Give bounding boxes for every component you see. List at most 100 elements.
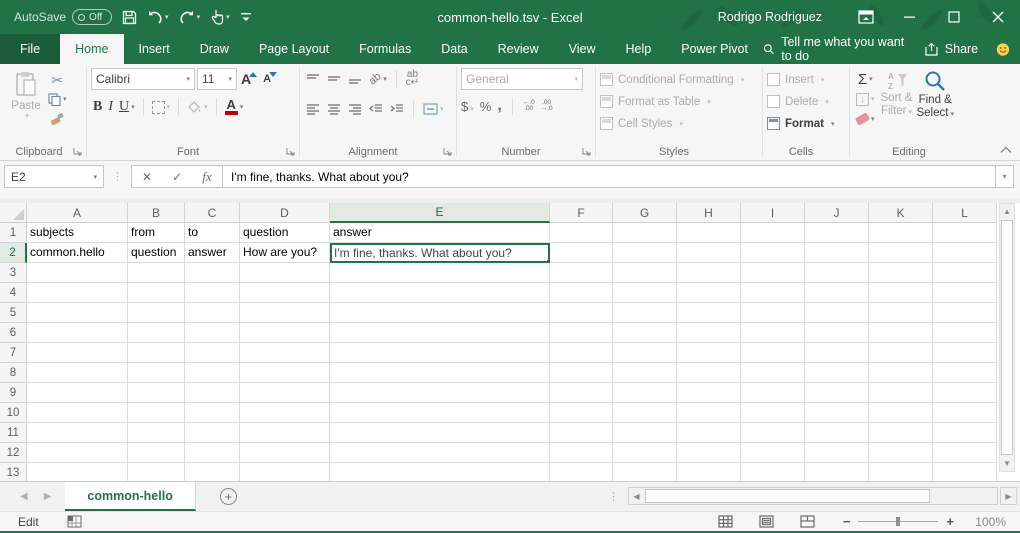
- cell-E1[interactable]: answer: [330, 223, 550, 243]
- row-header-12[interactable]: 12: [0, 443, 27, 463]
- cell-F10[interactable]: [550, 403, 613, 423]
- cell-K4[interactable]: [869, 283, 933, 303]
- cell-E3[interactable]: [330, 263, 550, 283]
- autosum-caret[interactable]: ▾: [869, 75, 873, 83]
- cell-K3[interactable]: [869, 263, 933, 283]
- cell-K12[interactable]: [869, 443, 933, 463]
- column-header-H[interactable]: H: [677, 203, 741, 223]
- cell-E5[interactable]: [330, 303, 550, 323]
- cell-H5[interactable]: [677, 303, 741, 323]
- cell-K13[interactable]: [869, 463, 933, 483]
- tab-power-pivot[interactable]: Power Pivot: [666, 34, 763, 64]
- cell-E10[interactable]: [330, 403, 550, 423]
- cell-C1[interactable]: to: [185, 223, 240, 243]
- feedback-smiley-icon[interactable]: [996, 41, 1010, 58]
- cell-F12[interactable]: [550, 443, 613, 463]
- cell-C5[interactable]: [185, 303, 240, 323]
- tab-view[interactable]: View: [554, 34, 611, 64]
- format-as-table-button[interactable]: Format as Table ▾: [600, 92, 758, 111]
- cell-D1[interactable]: question: [240, 223, 330, 243]
- number-format-combo[interactable]: General ▾: [461, 68, 583, 90]
- cell-F5[interactable]: [550, 303, 613, 323]
- cell-H9[interactable]: [677, 383, 741, 403]
- align-left-button[interactable]: [304, 98, 322, 120]
- cell-A4[interactable]: [27, 283, 128, 303]
- paste-caret[interactable]: ▾: [25, 112, 29, 120]
- zoom-percentage[interactable]: 100%: [972, 515, 1006, 529]
- format-cells-button[interactable]: Format ▾: [767, 114, 845, 133]
- undo-dropdown-caret[interactable]: ▾: [165, 13, 169, 21]
- row-header-10[interactable]: 10: [0, 403, 27, 423]
- cell-F11[interactable]: [550, 423, 613, 443]
- cell-C6[interactable]: [185, 323, 240, 343]
- column-header-A[interactable]: A: [27, 203, 128, 223]
- comma-style-button[interactable]: ,: [497, 102, 501, 110]
- cell-A1[interactable]: subjects: [27, 223, 128, 243]
- zoom-slider-thumb[interactable]: [896, 517, 900, 526]
- cell-J4[interactable]: [805, 283, 869, 303]
- cell-A9[interactable]: [27, 383, 128, 403]
- cell-F13[interactable]: [550, 463, 613, 483]
- cell-B5[interactable]: [128, 303, 185, 323]
- cell-E4[interactable]: [330, 283, 550, 303]
- row-header-2[interactable]: 2: [0, 243, 27, 263]
- macro-record-icon[interactable]: [67, 515, 82, 528]
- cell-F9[interactable]: [550, 383, 613, 403]
- cell-B3[interactable]: [128, 263, 185, 283]
- maximize-button[interactable]: [932, 0, 976, 34]
- cell-I8[interactable]: [741, 363, 805, 383]
- cell-E13[interactable]: [330, 463, 550, 483]
- increase-decimal-button[interactable]: ←.0 .00: [523, 100, 535, 112]
- cell-K7[interactable]: [869, 343, 933, 363]
- cell-A5[interactable]: [27, 303, 128, 323]
- scroll-right-arrow[interactable]: ▶: [1000, 487, 1017, 505]
- sheet-tab-common-hello[interactable]: common-hello: [65, 482, 195, 511]
- cell-B7[interactable]: [128, 343, 185, 363]
- customize-qat-button[interactable]: [240, 11, 252, 23]
- cell-D11[interactable]: [240, 423, 330, 443]
- cell-B12[interactable]: [128, 443, 185, 463]
- font-color-caret[interactable]: ▾: [240, 103, 244, 111]
- user-name[interactable]: Rodrigo Rodriguez: [718, 10, 822, 24]
- autosave-pill[interactable]: Off: [72, 9, 112, 25]
- cell-F7[interactable]: [550, 343, 613, 363]
- cell-D5[interactable]: [240, 303, 330, 323]
- autosave-toggle[interactable]: AutoSave Off: [14, 9, 112, 25]
- cell-C4[interactable]: [185, 283, 240, 303]
- cell-H8[interactable]: [677, 363, 741, 383]
- column-header-G[interactable]: G: [613, 203, 677, 223]
- cell-D10[interactable]: [240, 403, 330, 423]
- cell-I1[interactable]: [741, 223, 805, 243]
- wrap-text-button[interactable]: abc↵: [404, 68, 421, 90]
- share-button[interactable]: Share: [924, 42, 978, 56]
- cell-I2[interactable]: [741, 243, 805, 263]
- ribbon-display-options-button[interactable]: [844, 0, 888, 34]
- cell-H13[interactable]: [677, 463, 741, 483]
- cell-I6[interactable]: [741, 323, 805, 343]
- cell-F6[interactable]: [550, 323, 613, 343]
- normal-view-button[interactable]: [718, 515, 733, 528]
- cell-H6[interactable]: [677, 323, 741, 343]
- cell-A6[interactable]: [27, 323, 128, 343]
- cell-G5[interactable]: [613, 303, 677, 323]
- cell-G8[interactable]: [613, 363, 677, 383]
- tab-page-layout[interactable]: Page Layout: [244, 34, 344, 64]
- cell-G11[interactable]: [613, 423, 677, 443]
- horizontal-scrollbar[interactable]: ◀: [628, 487, 998, 505]
- number-dialog-launcher[interactable]: [582, 147, 592, 157]
- autosum-button[interactable]: Σ▾: [854, 70, 877, 88]
- cell-L2[interactable]: [933, 243, 997, 263]
- cell-C2[interactable]: answer: [185, 243, 240, 263]
- cell-H4[interactable]: [677, 283, 741, 303]
- column-header-J[interactable]: J: [805, 203, 869, 223]
- column-header-B[interactable]: B: [128, 203, 185, 223]
- vertical-scrollbar[interactable]: ▲ ▼: [999, 203, 1015, 472]
- cell-H11[interactable]: [677, 423, 741, 443]
- page-break-view-button[interactable]: [800, 515, 815, 528]
- scroll-up-arrow[interactable]: ▲: [1000, 204, 1014, 219]
- cell-L9[interactable]: [933, 383, 997, 403]
- cell-E12[interactable]: [330, 443, 550, 463]
- font-color-button[interactable]: A ▾: [223, 96, 246, 118]
- row-header-7[interactable]: 7: [0, 343, 27, 363]
- insert-cells-button[interactable]: Insert ▾: [767, 70, 845, 89]
